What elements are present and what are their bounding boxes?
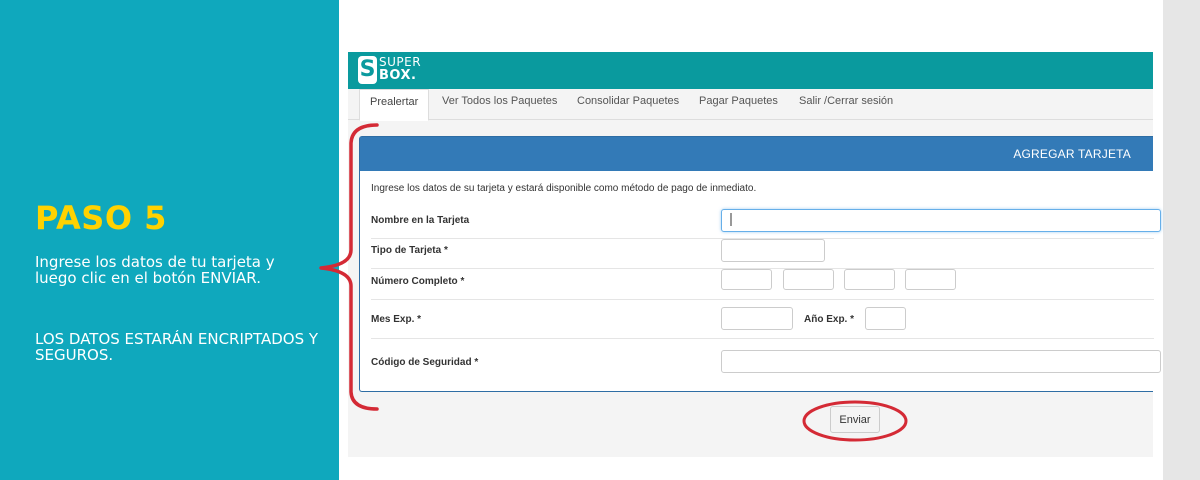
security-code-label: Código de Seguridad * — [371, 357, 479, 368]
row-divider — [371, 299, 1154, 300]
card-number-label: Número Completo * — [371, 276, 465, 287]
step-title: PASO 5 — [35, 199, 167, 237]
card-number-input-1[interactable] — [721, 269, 772, 290]
add-card-title: AGREGAR TARJETA — [1013, 147, 1131, 161]
enviar-button[interactable]: Enviar — [830, 406, 880, 433]
right-margin-strip — [1163, 0, 1200, 480]
add-card-panel-header: AGREGAR TARJETA — [360, 137, 1153, 171]
exp-year-label: Año Exp. * — [804, 314, 855, 325]
logo-s-icon: S — [358, 56, 377, 84]
tab-ver-todos-los-paquetes[interactable]: Ver Todos los Paquetes — [432, 89, 567, 121]
superbox-logo[interactable]: S SUPER BOX. — [358, 54, 434, 86]
card-type-label: Tipo de Tarjeta * — [371, 245, 448, 256]
add-card-panel: AGREGAR TARJETA Ingrese los datos de su … — [359, 136, 1161, 392]
security-code-input[interactable] — [721, 350, 1161, 373]
exp-month-input[interactable] — [721, 307, 793, 330]
tab-pagar-paquetes[interactable]: Pagar Paquetes — [689, 89, 788, 121]
card-number-input-3[interactable] — [844, 269, 895, 290]
instruction-panel: PASO 5 Ingrese los datos de tu tarjeta y… — [0, 0, 339, 480]
logo-super-text: SUPER — [379, 55, 422, 69]
row-divider — [371, 338, 1154, 339]
tab-consolidar-paquetes[interactable]: Consolidar Paquetes — [567, 89, 689, 121]
card-number-input-4[interactable] — [905, 269, 956, 290]
form-intro-text: Ingrese los datos de su tarjeta y estará… — [371, 183, 757, 194]
step-instruction-text: Ingrese los datos de tu tarjeta y luego … — [35, 253, 275, 287]
logo-box-text: BOX. — [379, 68, 417, 83]
tab-prealertar[interactable]: Prealertar — [359, 89, 429, 121]
tab-salir-cerrar-sesion[interactable]: Salir /Cerrar sesión — [789, 89, 903, 121]
card-number-input-2[interactable] — [783, 269, 834, 290]
exp-year-input[interactable] — [865, 307, 906, 330]
security-note-text: LOS DATOS ESTARÁN ENCRIPTADOS Y SEGUROS. — [35, 330, 319, 364]
site-header-bar — [348, 52, 1153, 89]
exp-month-label: Mes Exp. * — [371, 314, 422, 325]
card-type-select[interactable] — [721, 239, 825, 262]
card-name-label: Nombre en la Tarjeta — [371, 215, 470, 226]
card-name-input[interactable] — [721, 209, 1161, 232]
